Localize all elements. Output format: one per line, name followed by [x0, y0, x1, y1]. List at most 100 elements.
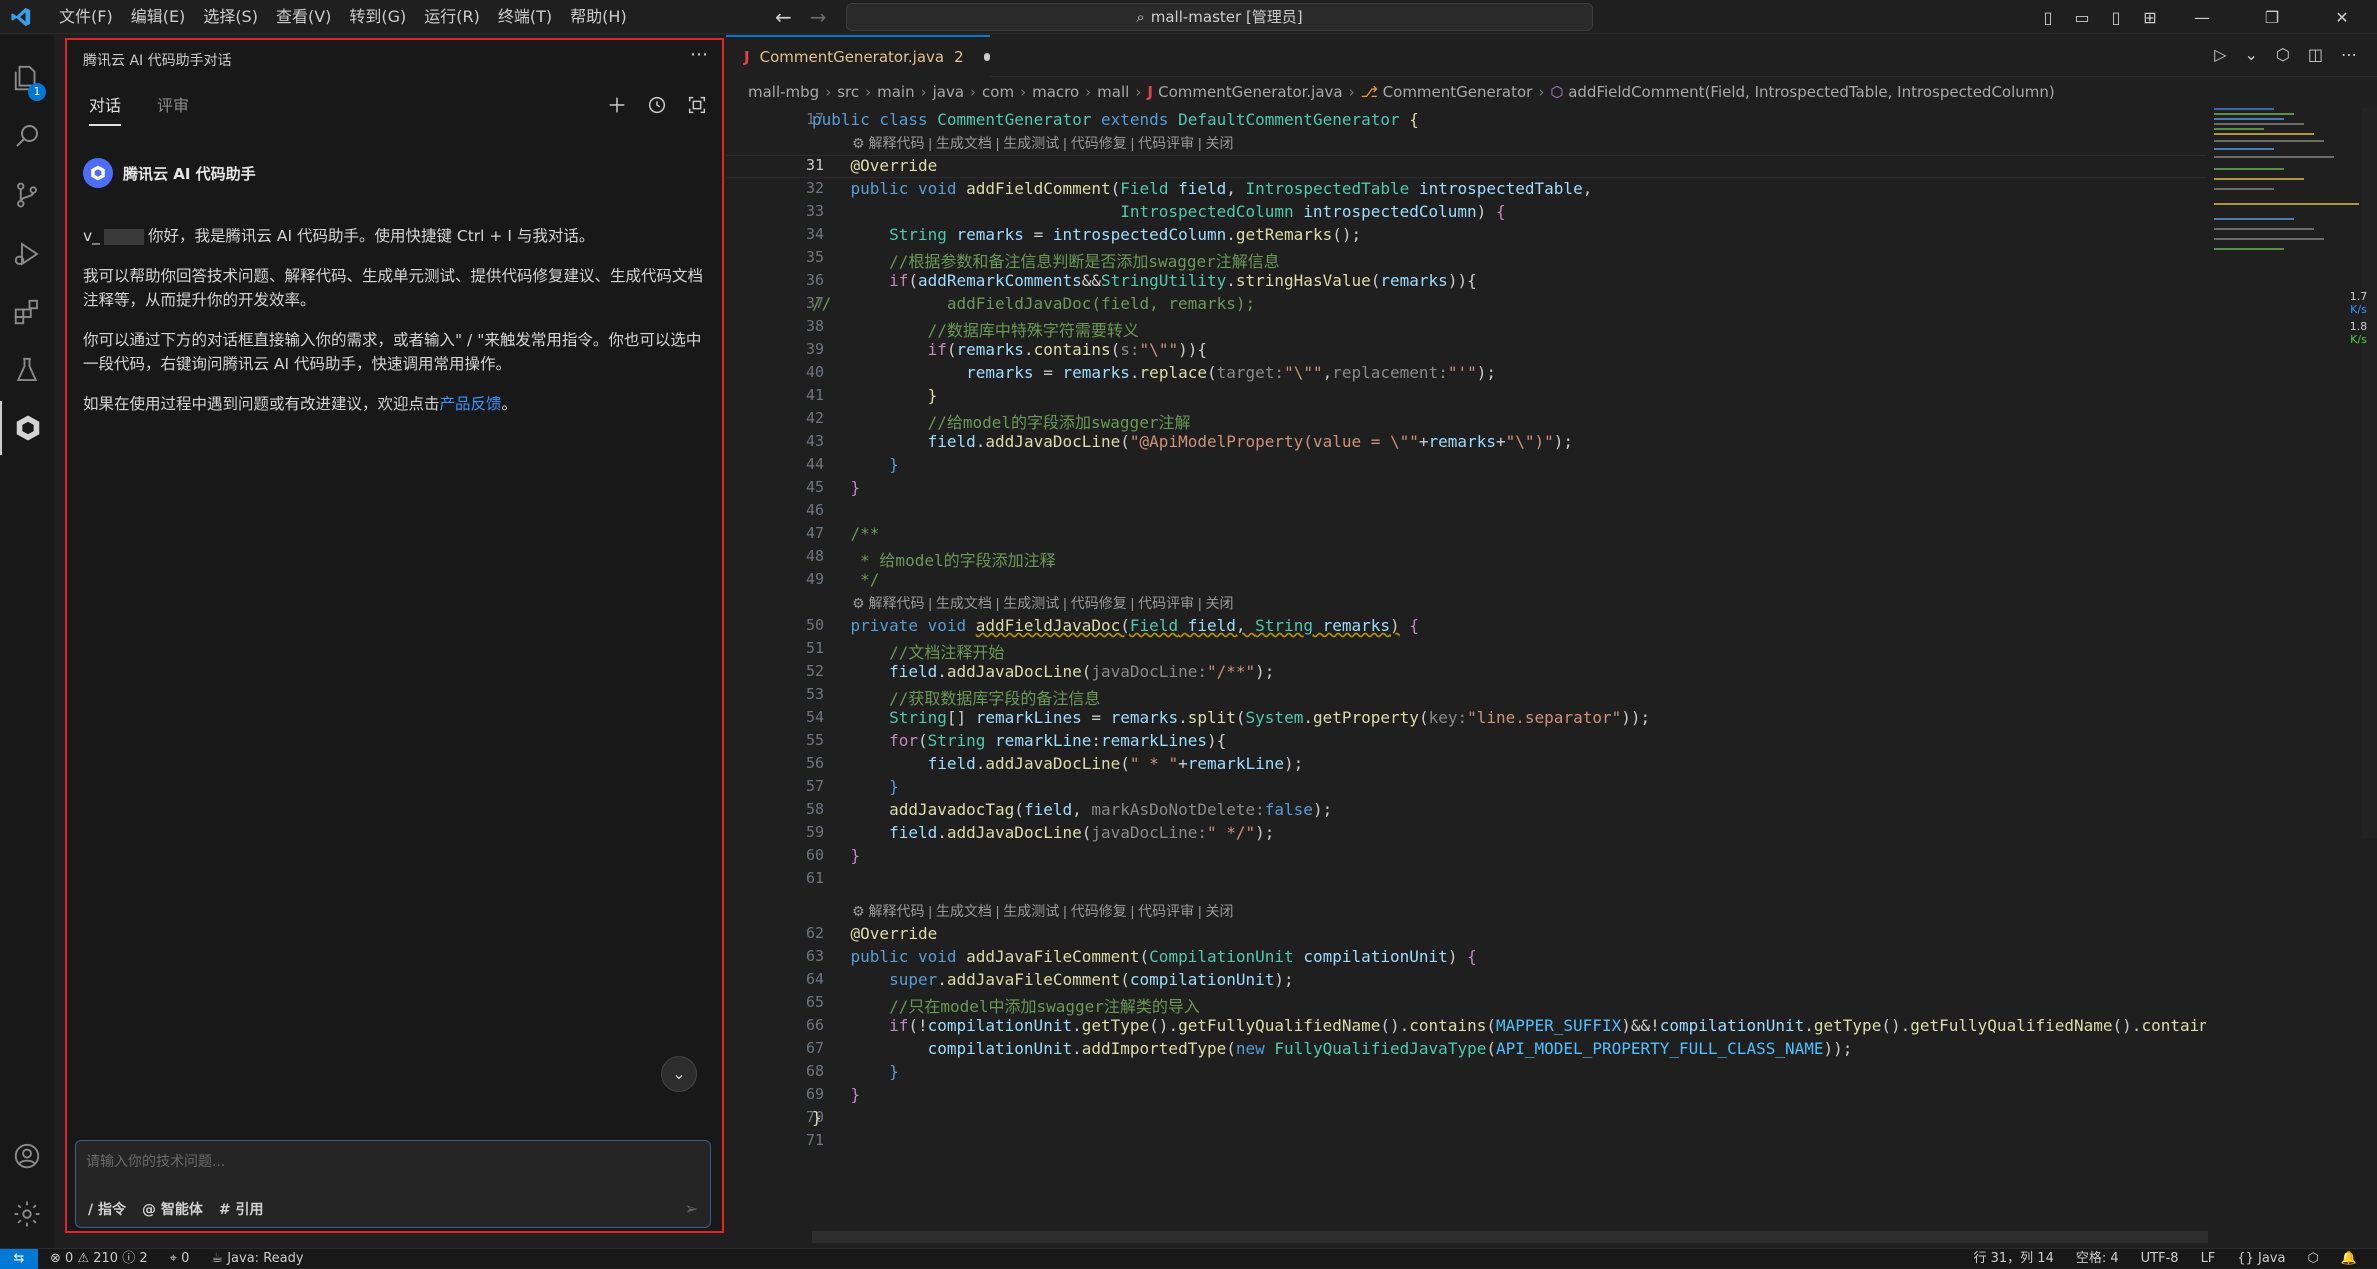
tencent-ai-icon[interactable]: ⬡ [2276, 45, 2290, 64]
remote-indicator-icon[interactable]: ⇆ [0, 1249, 38, 1269]
reference-button[interactable]: # 引用 [219, 1199, 264, 1219]
run-debug-icon[interactable] [0, 227, 54, 281]
code-line[interactable]: field.addJavaDocLine(javaDocLine:"/**"); [812, 662, 1274, 681]
explorer-icon[interactable]: 1 [0, 51, 54, 105]
cursor-position[interactable]: 行 31，列 14 [1974, 1249, 2054, 1268]
run-icon[interactable]: ▷ [2214, 45, 2226, 64]
toggle-secondary-sidebar-icon[interactable]: ▯ [2099, 8, 2133, 27]
code-line[interactable]: if(addRemarkComments&&StringUtility.stri… [812, 271, 1477, 290]
history-icon[interactable] [646, 94, 668, 116]
code-line[interactable]: //数据库中特殊字符需要转义 [812, 317, 1139, 341]
code-line[interactable]: //只在model中添加swagger注解类的导入 [812, 993, 1200, 1017]
line-ending[interactable]: LF [2201, 1249, 2216, 1268]
code-line[interactable]: } [812, 386, 938, 405]
code-line[interactable]: if(!compilationUnit.getType().getFullyQu… [812, 1016, 2206, 1035]
code-line[interactable]: } [812, 777, 899, 796]
menu-edit[interactable]: 编辑(E) [122, 0, 195, 34]
breadcrumb-item[interactable]: main [877, 83, 914, 101]
breadcrumb-item[interactable]: CommentGenerator.java [1158, 83, 1342, 101]
code-line[interactable]: //给model的字段添加swagger注解 [812, 409, 1191, 433]
code-line[interactable]: if(remarks.contains(s:"\"")){ [812, 340, 1207, 359]
code-line[interactable]: String remarks = introspectedColumn.getR… [812, 225, 1361, 244]
extensions-icon[interactable] [0, 285, 54, 339]
back-arrow-icon[interactable]: ← [775, 4, 792, 30]
chat-input-box[interactable]: 请输入你的技术问题... / 指令 @ 智能体 # 引用 ➢ [75, 1140, 711, 1228]
language-mode[interactable]: {} Java [2237, 1249, 2285, 1268]
split-editor-icon[interactable]: ◫ [2308, 45, 2323, 64]
tencent-ai-status-icon[interactable]: ⬡ [2307, 1249, 2318, 1268]
breadcrumb-item[interactable]: mall-mbg [748, 83, 819, 101]
menu-go[interactable]: 转到(G) [340, 0, 415, 34]
send-icon[interactable]: ➢ [685, 1199, 698, 1218]
agent-button[interactable]: @ 智能体 [142, 1199, 203, 1219]
toggle-primary-sidebar-icon[interactable]: ▯ [2031, 8, 2065, 27]
code-line[interactable]: } [812, 1062, 899, 1081]
breadcrumb-item[interactable]: macro [1032, 83, 1079, 101]
encoding[interactable]: UTF-8 [2141, 1249, 2179, 1268]
scroll-down-button[interactable]: ⌄ [661, 1056, 697, 1092]
close-button[interactable]: ✕ [2307, 8, 2377, 27]
code-line[interactable]: field.addJavaDocLine(" * "+remarkLine); [812, 754, 1304, 773]
notifications-bell-icon[interactable]: 🔔 [2341, 1249, 2357, 1268]
code-line[interactable]: * 给model的字段添加注释 [812, 547, 1055, 571]
code-line[interactable]: addJavadocTag(field, markAsDoNotDelete:f… [812, 800, 1332, 819]
tab-comment-generator[interactable]: J CommentGenerator.java 2 [726, 35, 990, 77]
run-dropdown-icon[interactable]: ⌄ [2245, 45, 2258, 64]
code-line[interactable]: //获取数据库字段的备注信息 [812, 685, 1100, 709]
menu-view[interactable]: 查看(V) [267, 0, 340, 34]
breadcrumb-item[interactable]: com [982, 83, 1014, 101]
code-line[interactable]: } [812, 478, 861, 497]
minimize-button[interactable]: — [2167, 8, 2237, 27]
forward-arrow-icon[interactable]: → [810, 4, 827, 30]
code-line[interactable]: @Override [812, 924, 938, 943]
code-line[interactable]: super.addJavaFileComment(compilationUnit… [812, 970, 1294, 989]
code-line[interactable]: IntrospectedColumn introspectedColumn) { [812, 202, 1505, 221]
problems-indicator[interactable]: ⊗ 0 ⚠ 210 ⓘ 2 [50, 1249, 148, 1268]
menu-file[interactable]: 文件(F) [50, 0, 122, 34]
code-editor[interactable]: 17 public class CommentGenerator extends… [726, 108, 2206, 1228]
tab-review[interactable]: 评审 [157, 92, 189, 126]
new-chat-icon[interactable] [606, 94, 628, 116]
breadcrumb-item[interactable]: addFieldComment(Field, IntrospectedTable… [1568, 83, 2055, 101]
code-line[interactable]: public void addJavaFileComment(Compilati… [812, 947, 1477, 966]
code-line[interactable]: private void addFieldJavaDoc(Field field… [812, 616, 1419, 635]
code-line[interactable]: //根据参数和备注信息判断是否添加swagger注解信息 [812, 248, 1280, 272]
testing-icon[interactable] [0, 343, 54, 397]
feedback-link[interactable]: 产品反馈 [440, 395, 502, 413]
code-line[interactable]: for(String remarkLine:remarkLines){ [812, 731, 1226, 750]
indentation[interactable]: 空格: 4 [2076, 1249, 2119, 1268]
code-line[interactable]: */ [812, 570, 879, 589]
account-icon[interactable] [0, 1129, 54, 1183]
code-line[interactable]: /** [812, 524, 880, 543]
tab-chat[interactable]: 对话 [89, 92, 122, 126]
command-center[interactable]: ⌕ mall-master [管理员] [846, 3, 1593, 31]
menu-help[interactable]: 帮助(H) [561, 0, 636, 34]
more-actions-icon[interactable]: ⋯ [690, 44, 708, 65]
unsaved-dot-icon[interactable] [983, 53, 990, 61]
code-line[interactable]: } [812, 846, 861, 865]
horizontal-scrollbar[interactable] [812, 1231, 2208, 1243]
code-line[interactable]: public void addFieldComment(Field field,… [812, 179, 1593, 198]
restore-button[interactable]: ❐ [2237, 8, 2307, 27]
tencent-ai-assistant-icon[interactable] [0, 401, 54, 455]
settings-gear-icon[interactable] [0, 1187, 54, 1241]
ports-indicator[interactable]: ⌖ 0 [170, 1249, 190, 1268]
codelens-actions[interactable]: ⚙ 解释代码 | 生成文档 | 生成测试 | 代码修复 | 代码评审 | 关闭 [852, 901, 1234, 921]
codelens-actions[interactable]: ⚙ 解释代码 | 生成文档 | 生成测试 | 代码修复 | 代码评审 | 关闭 [852, 133, 1234, 153]
menu-selection[interactable]: 选择(S) [194, 0, 267, 34]
chat-input-placeholder[interactable]: 请输入你的技术问题... [86, 1151, 225, 1171]
code-line[interactable]: } [812, 455, 899, 474]
code-line[interactable]: //文档注释开始 [812, 639, 1004, 663]
breadcrumb-item[interactable]: java [933, 83, 964, 101]
code-line[interactable]: } [812, 1108, 822, 1127]
code-line[interactable]: compilationUnit.addImportedType(new Full… [812, 1039, 1853, 1058]
customize-layout-icon[interactable]: ⊞ [2133, 8, 2167, 27]
code-line[interactable]: } [812, 1085, 861, 1104]
menu-run[interactable]: 运行(R) [415, 0, 489, 34]
code-line[interactable]: @Override [812, 156, 938, 175]
breadcrumb-item[interactable]: CommentGenerator [1383, 83, 1533, 101]
java-status[interactable]: ☕ Java: Ready [211, 1249, 303, 1268]
more-actions-icon[interactable]: ⋯ [2341, 45, 2357, 64]
search-icon[interactable] [0, 109, 54, 163]
toggle-panel-icon[interactable]: ▭ [2065, 8, 2099, 27]
